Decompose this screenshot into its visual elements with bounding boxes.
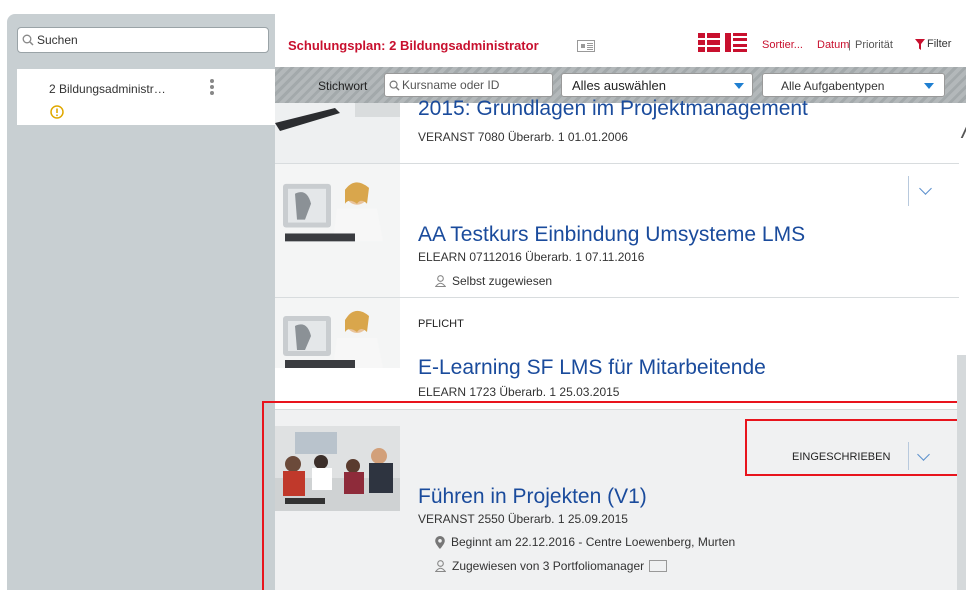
course-meta: VERANST 7080 Überarb. 1 01.01.2006	[418, 130, 628, 144]
page-title: Schulungsplan: 2 Bildungsadministrator	[288, 38, 539, 53]
sidebar-item-plan[interactable]: 2 Bildungsadministr…	[17, 69, 275, 125]
course-assignment: Selbst zugewiesen	[435, 274, 552, 288]
keyword-placeholder: Kursname oder ID	[402, 78, 500, 92]
course-thumbnail	[275, 298, 400, 368]
filter-icon	[915, 38, 925, 50]
select-all-dropdown[interactable]: Alles auswählen	[561, 73, 753, 97]
course-item[interactable]: AA Testkurs Einbindung Umsysteme LMS ELE…	[275, 163, 959, 297]
warning-icon	[50, 105, 64, 119]
mandatory-tag: PFLICHT	[418, 318, 464, 330]
chevron-down-icon	[734, 83, 744, 89]
sidebar-search-input[interactable]: Suchen	[17, 27, 269, 53]
chevron-down-icon	[924, 83, 934, 89]
assignment-text: Selbst zugewiesen	[452, 274, 553, 288]
search-icon	[22, 34, 34, 46]
search-icon	[389, 80, 400, 91]
course-title[interactable]: 2015: Grundlagen im Projektmanagement	[418, 97, 808, 121]
course-item[interactable]: 2015: Grundlagen im Projektmanagement VE…	[275, 97, 959, 163]
filter-label: Filter	[927, 38, 952, 50]
course-thumbnail	[275, 164, 400, 297]
course-title[interactable]: E-Learning SF LMS für Mitarbeitende	[418, 356, 766, 380]
filter-button[interactable]: Filter	[915, 38, 951, 50]
sort-dropdown[interactable]: Sortier...	[762, 39, 803, 51]
course-meta: ELEARN 07112016 Überarb. 1 07.11.2016	[418, 250, 645, 264]
keyword-label: Stichwort	[318, 79, 368, 93]
sort-by-priority[interactable]: Priorität	[855, 39, 893, 51]
course-thumbnail	[275, 103, 400, 163]
course-meta: ELEARN 1723 Überarb. 1 25.03.2015	[418, 385, 620, 399]
course-item[interactable]: PFLICHT E-Learning SF LMS für Mitarbeite…	[275, 297, 959, 409]
divider	[908, 176, 909, 206]
highlight-status-box	[745, 419, 962, 476]
list-view-icon[interactable]	[698, 33, 720, 53]
user-icon	[435, 275, 446, 287]
chevron-down-icon[interactable]	[919, 182, 932, 195]
search-placeholder: Suchen	[37, 33, 78, 47]
sort-by-date[interactable]: Datum	[817, 39, 849, 51]
details-icon[interactable]	[577, 40, 595, 52]
keyword-input[interactable]: Kursname oder ID	[384, 73, 553, 97]
more-options-icon[interactable]	[209, 79, 215, 97]
sort-separator: |	[848, 39, 851, 51]
task-types-dropdown[interactable]: Alle Aufgabentypen	[762, 73, 945, 97]
task-types-label: Alle Aufgabentypen	[781, 79, 885, 93]
sidebar-item-label: 2 Bildungsadministr…	[49, 82, 166, 96]
select-all-label: Alles auswählen	[572, 78, 666, 93]
detail-view-icon[interactable]	[725, 33, 747, 53]
course-title[interactable]: AA Testkurs Einbindung Umsysteme LMS	[418, 223, 805, 247]
scrollbar[interactable]	[957, 355, 966, 590]
